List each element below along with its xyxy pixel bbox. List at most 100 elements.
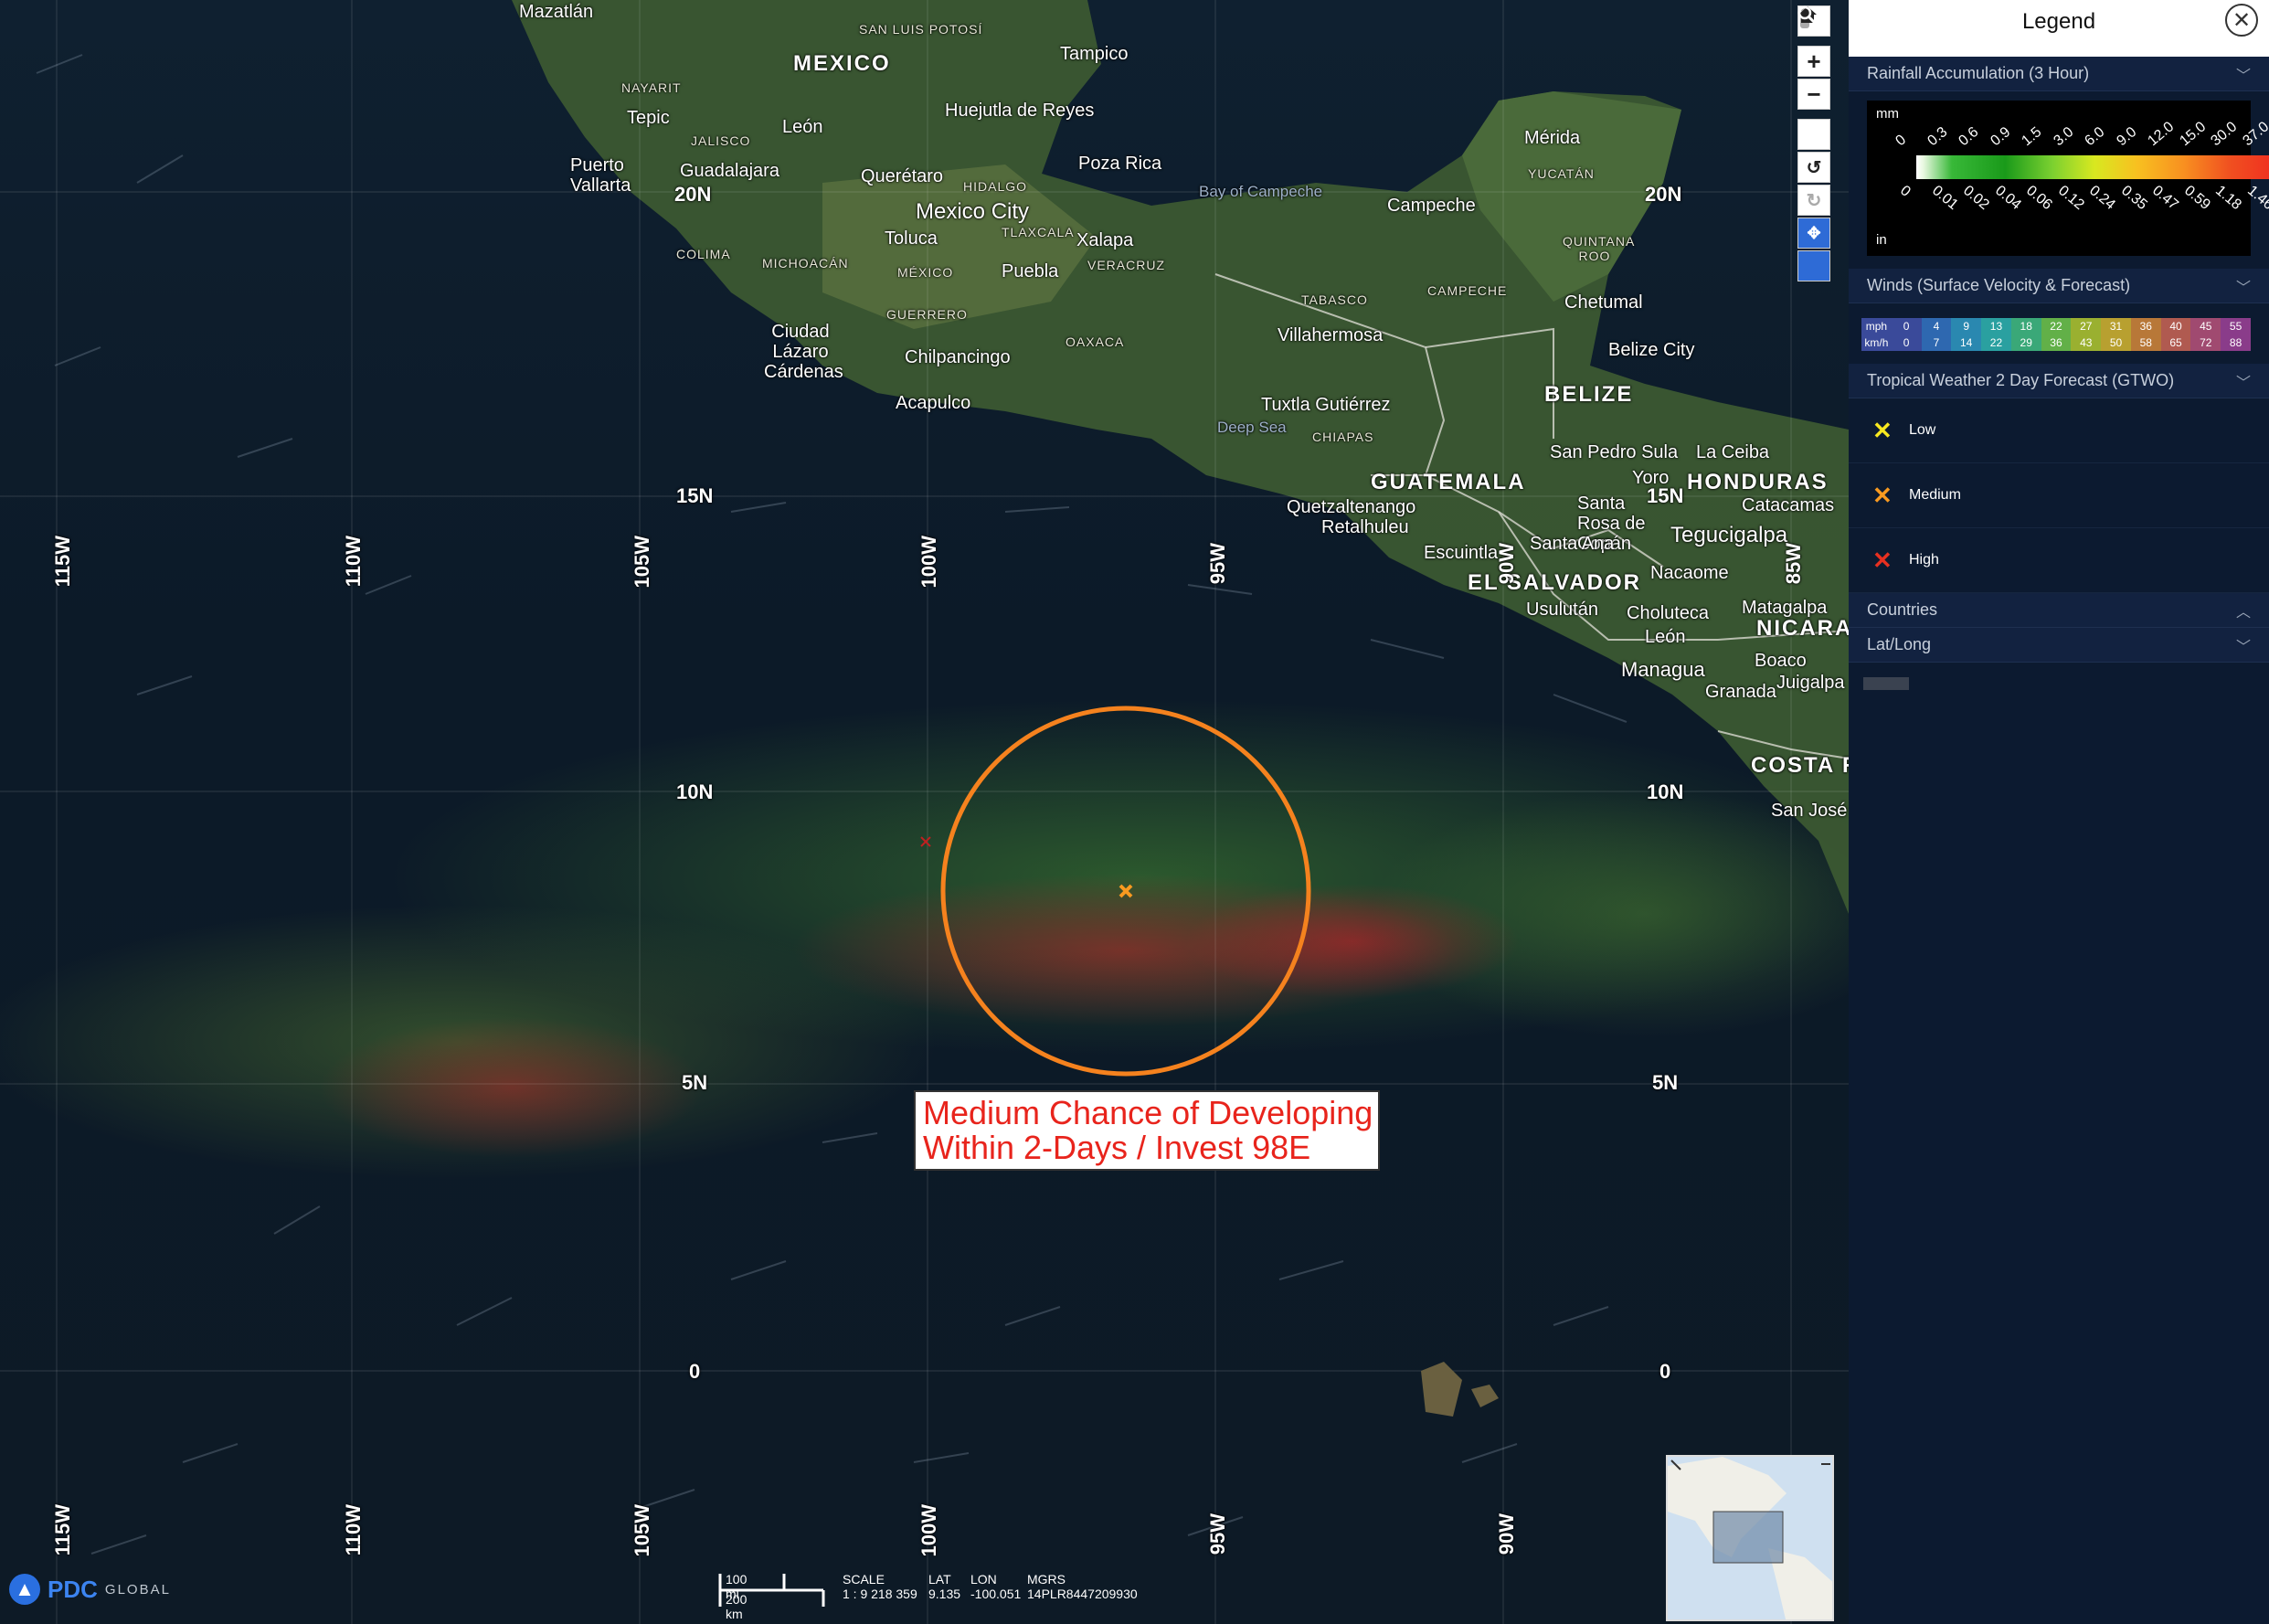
mm-tick-label: 9.0 — [2114, 123, 2140, 150]
city-label: León — [782, 117, 823, 137]
x-marker-icon: ✕ — [1872, 416, 1893, 444]
city-label: Tepic — [627, 108, 670, 128]
region-label: QUINTANA ROO — [1563, 234, 1636, 263]
gtwo-item-low: ✕ Low — [1849, 398, 2269, 463]
region-label: CHIAPAS — [1312, 430, 1374, 444]
x-marker-icon: ✕ — [1872, 546, 1893, 574]
lon-label: 105W — [631, 1504, 653, 1557]
wind-scale-cell: 45 — [2190, 318, 2221, 334]
invest-marker-icon — [1119, 884, 1133, 898]
chevron-down-icon: ﹀ — [2235, 375, 2251, 391]
latlong-title: Lat/Long — [1867, 635, 1932, 653]
latlong-swatch — [1863, 677, 1909, 690]
country-label: COSTA RICA — [1751, 753, 1849, 778]
legend-title: Legend — [2021, 9, 2096, 34]
latlong-section-header[interactable]: Lat/Long ﹀ — [1849, 628, 2269, 663]
city-label: Tuxtla Gutiérrez — [1261, 395, 1391, 415]
city-label: Puerto Vallarta — [570, 155, 631, 196]
region-label: COLIMA — [676, 247, 731, 261]
wind-scale-cell: 31 — [2101, 318, 2131, 334]
city-label: Managua — [1621, 658, 1705, 681]
lon-label: 95W — [1206, 1513, 1229, 1555]
countries-title: Countries — [1867, 600, 1938, 619]
rainfall-title: Rainfall Accumulation (3 Hour) — [1867, 64, 2090, 82]
country-label: NICARAGUA — [1756, 616, 1849, 641]
city-label: Campeche — [1387, 196, 1476, 216]
wind-scale-cell: 14 — [1951, 334, 1982, 351]
overview-minimap[interactable] — [1666, 1455, 1834, 1621]
lat-label: 15N — [1647, 484, 1684, 507]
pdc-logo-icon: ▲ — [9, 1574, 40, 1605]
in-tick-label: 0.12 — [2054, 183, 2087, 214]
city-label: Choluteca — [1627, 603, 1710, 623]
region-label: VERACRUZ — [1087, 258, 1166, 272]
lat-label: 0 — [689, 1360, 701, 1383]
lat-label: 20N — [674, 183, 712, 206]
mm-tick-label: 1.5 — [2019, 123, 2045, 150]
city-label: Mexico City — [916, 199, 1030, 224]
city-label: Guadalajara — [680, 161, 779, 181]
wind-unit-label: km/h — [1861, 334, 1892, 351]
city-label: Quetzaltenango — [1287, 497, 1416, 517]
lon-readout: LON -100.051 — [970, 1572, 1022, 1601]
country-label: EL SALVADOR — [1468, 570, 1642, 595]
mm-tick-label: 37.0 — [2240, 119, 2269, 150]
chevron-down-icon: ﹀ — [2235, 639, 2251, 655]
city-label: Usulután — [1526, 600, 1598, 620]
map-canvas[interactable]: Mazatlán MEXICO Tampico Tepic León Hueju… — [0, 0, 1849, 1624]
region-label: TABASCO — [1301, 292, 1368, 307]
wind-scale-cell: 27 — [2071, 318, 2102, 334]
water-label: Deep Sea — [1217, 419, 1287, 436]
city-label: Chilpancingo — [905, 347, 1011, 367]
wind-scale-cell: 36 — [2041, 334, 2072, 351]
rotate-left-icon[interactable]: ↺ — [1797, 152, 1830, 183]
city-label: Ciudad Lázaro Cárdenas — [764, 322, 843, 382]
city-label: Boaco — [1755, 651, 1807, 671]
zoom-box-icon[interactable] — [1797, 5, 1830, 281]
city-label: Catacamas — [1742, 495, 1835, 515]
city-label: Mazatlán — [519, 2, 594, 22]
in-tick-label: 1.18 — [2212, 183, 2245, 214]
wind-scale-cell: 0 — [1891, 318, 1922, 334]
mm-tick-label: 15.0 — [2177, 119, 2210, 150]
lat-readout: LAT 9.135 — [928, 1572, 961, 1601]
lon-label: 115W — [51, 536, 74, 588]
close-icon[interactable]: ✕ — [2225, 4, 2258, 37]
city-label: La Ceiba — [1696, 442, 1770, 462]
wind-scale-cell: 65 — [2160, 334, 2191, 351]
wind-scale-cell: 72 — [2190, 334, 2221, 351]
wind-scale-cell: 22 — [2041, 318, 2072, 334]
wind-scale-cell: 18 — [2010, 318, 2041, 334]
city-label: Villahermosa — [1278, 325, 1384, 345]
wind-scale-cell: 7 — [1921, 334, 1952, 351]
rainfall-section-header[interactable]: Rainfall Accumulation (3 Hour) ﹀ — [1849, 57, 2269, 91]
zoom-out-icon[interactable]: − — [1797, 79, 1830, 110]
wind-scale-cell: 22 — [1981, 334, 2011, 351]
zoom-in-icon[interactable]: + — [1797, 46, 1830, 77]
lon-label: 110W — [342, 536, 365, 588]
wind-scale-cell: 0 — [1891, 334, 1922, 351]
in-tick-label: 1.46 — [2244, 183, 2269, 214]
mm-tick-label: 30.0 — [2208, 119, 2241, 150]
pan-icon[interactable]: ✥ — [1797, 218, 1830, 249]
in-tick-label: 0.59 — [2180, 183, 2213, 214]
city-label: Belize City — [1608, 340, 1695, 360]
lon-label: 110W — [342, 1504, 365, 1556]
countries-section-header[interactable]: Countries ︿ — [1849, 593, 2269, 628]
chevron-up-icon: ︿ — [2235, 604, 2251, 621]
wind-scale-cell: 88 — [2221, 334, 2251, 351]
wind-scale-cell: 36 — [2130, 318, 2161, 334]
gtwo-section-header[interactable]: Tropical Weather 2 Day Forecast (GTWO) ﹀ — [1849, 364, 2269, 398]
region-label: MÉXICO — [897, 265, 954, 280]
city-label: Nacaome — [1650, 563, 1729, 583]
wind-scale-cell: 50 — [2101, 334, 2131, 351]
lat-label: 0 — [1659, 1360, 1671, 1383]
region-label: YUCATÁN — [1528, 166, 1595, 181]
home-icon[interactable] — [1797, 6, 1830, 150]
winds-section-header[interactable]: Winds (Surface Velocity & Forecast) ﹀ — [1849, 269, 2269, 303]
lon-label: 85W — [1782, 543, 1805, 585]
in-tick-label: 0.01 — [1928, 183, 1961, 214]
city-label: Xalapa — [1076, 230, 1134, 250]
rotate-right-icon[interactable]: ↻ — [1797, 185, 1830, 216]
lat-label: 20N — [1645, 183, 1682, 206]
